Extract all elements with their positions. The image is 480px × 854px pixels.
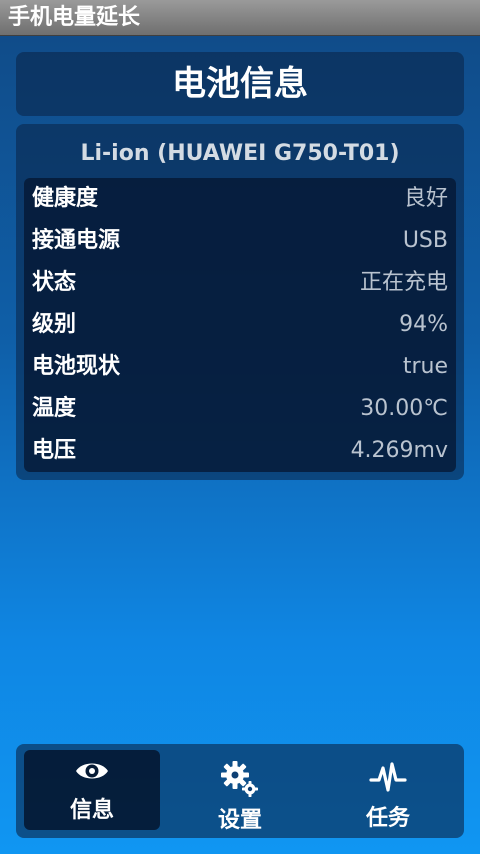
list-item-voltage: 电压 4.269mv: [24, 430, 456, 472]
row-label: 电池现状: [32, 354, 121, 379]
row-label: 温度: [32, 396, 77, 421]
row-value: 4.269mv: [350, 438, 448, 463]
row-value: 正在充电: [359, 270, 448, 295]
row-value: 94%: [399, 312, 448, 337]
battery-info-list: 健康度 良好 接通电源 USB 状态 正在充电 级别 94% 电池现状 true…: [24, 178, 456, 472]
pulse-icon: [369, 762, 407, 792]
list-item-temperature: 温度 30.00℃: [24, 388, 456, 430]
list-item-power-source: 接通电源 USB: [24, 220, 456, 262]
app-title: 手机电量延长: [8, 5, 141, 30]
tab-info[interactable]: 信息: [24, 750, 160, 830]
list-item-level: 级别 94%: [24, 304, 456, 346]
tab-tasks[interactable]: 任务: [320, 750, 456, 831]
row-label: 电压: [32, 438, 77, 463]
list-item-status: 状态 正在充电: [24, 262, 456, 304]
row-label: 健康度: [32, 186, 99, 211]
list-item-present: 电池现状 true: [24, 346, 456, 388]
row-label: 状态: [32, 270, 77, 295]
tab-settings-label: 设置: [217, 808, 262, 833]
header-card: 电池信息: [16, 52, 464, 116]
battery-info-card: Li-ion (HUAWEI G750-T01) 健康度 良好 接通电源 USB…: [16, 124, 464, 480]
tab-tasks-label: 任务: [365, 806, 410, 831]
row-value: true: [402, 354, 448, 379]
tab-info-label: 信息: [69, 798, 114, 823]
gears-icon: [221, 761, 258, 797]
eye-icon: [76, 763, 108, 779]
list-item-health: 健康度 良好: [24, 178, 456, 220]
battery-device-name: Li-ion (HUAWEI G750-T01): [80, 141, 400, 166]
bottom-tab-bar: 信息 设置 任务: [16, 744, 464, 838]
row-value: 30.00℃: [360, 396, 448, 421]
row-label: 级别: [32, 312, 77, 337]
row-value: 良好: [403, 186, 448, 211]
app-title-bar: 手机电量延长: [0, 0, 480, 36]
tab-settings[interactable]: 设置: [172, 750, 308, 833]
row-label: 接通电源: [32, 228, 121, 253]
row-value: USB: [402, 228, 448, 253]
page-title: 电池信息: [172, 64, 308, 104]
